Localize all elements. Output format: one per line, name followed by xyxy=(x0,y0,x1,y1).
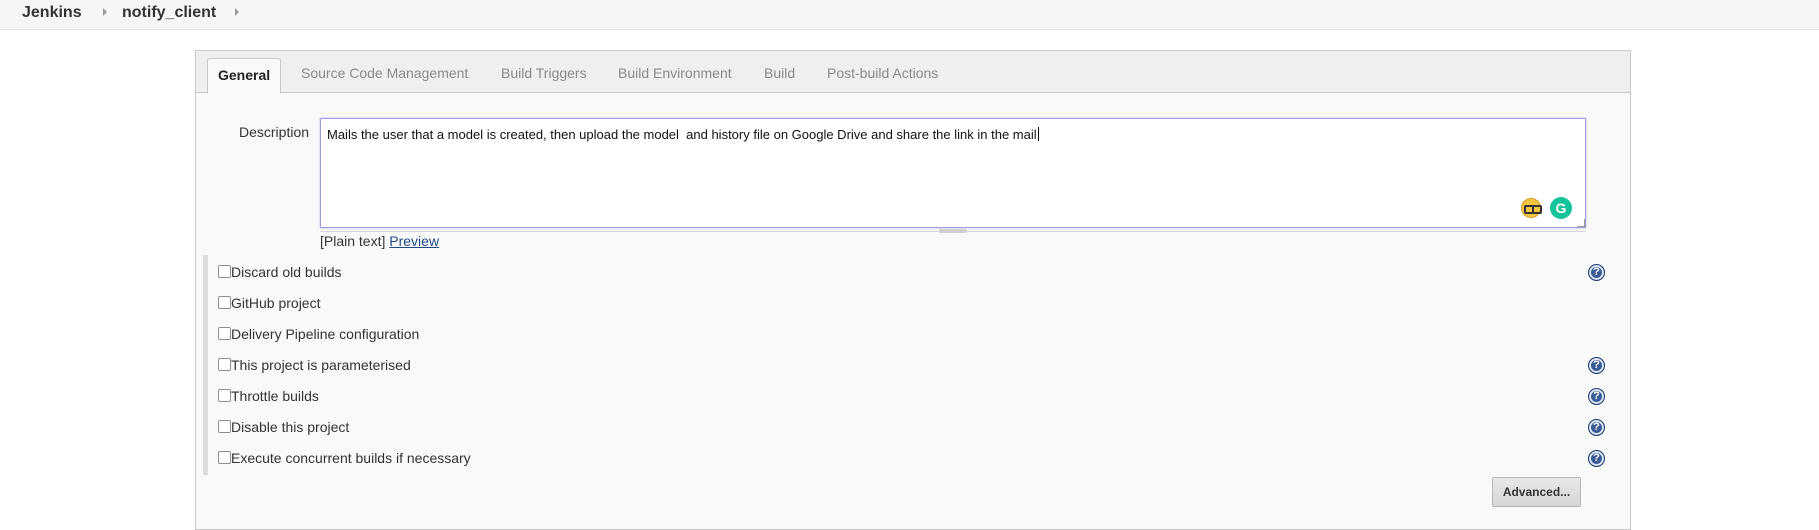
chevron-right-icon[interactable] xyxy=(103,8,107,16)
discard-old-builds-checkbox[interactable] xyxy=(218,265,231,278)
question-mark-icon[interactable]: ? xyxy=(1588,388,1605,405)
description-text: Mails the user that a model is created, … xyxy=(327,127,1037,142)
option-throttle-builds: Throttle builds ? xyxy=(218,388,1618,408)
chevron-right-icon[interactable] xyxy=(235,8,239,16)
question-mark-icon[interactable]: ? xyxy=(1588,419,1605,436)
option-github-project: GitHub project xyxy=(218,295,1618,315)
grammarly-icon[interactable]: G xyxy=(1550,197,1572,219)
advanced-button[interactable]: Advanced... xyxy=(1492,477,1581,507)
option-concurrent-builds: Execute concurrent builds if necessary ? xyxy=(218,450,1618,470)
tab-build-triggers[interactable]: Build Triggers xyxy=(501,65,587,81)
tab-general[interactable]: General xyxy=(207,58,282,94)
tab-strip: General Source Code Management Build Tri… xyxy=(196,51,1630,94)
description-textarea[interactable]: Mails the user that a model is created, … xyxy=(320,118,1586,228)
tab-build-environment[interactable]: Build Environment xyxy=(618,65,732,81)
delivery-pipeline-checkbox[interactable] xyxy=(218,327,231,340)
option-label: GitHub project xyxy=(231,295,321,311)
disable-project-checkbox[interactable] xyxy=(218,420,231,433)
breadcrumb: Jenkins notify_client xyxy=(0,0,1819,30)
tab-source-code-management[interactable]: Source Code Management xyxy=(301,65,468,81)
breadcrumb-jenkins[interactable]: Jenkins xyxy=(22,4,82,22)
option-label: Throttle builds xyxy=(231,388,319,404)
section-rail xyxy=(203,255,208,475)
config-panel: General Source Code Management Build Tri… xyxy=(195,50,1631,530)
tab-post-build-actions[interactable]: Post-build Actions xyxy=(827,65,938,81)
option-parameterised: This project is parameterised ? xyxy=(218,357,1618,377)
option-discard-old-builds: Discard old builds ? xyxy=(218,264,1618,284)
textarea-resize-handle[interactable] xyxy=(1577,219,1585,227)
github-project-checkbox[interactable] xyxy=(218,296,231,309)
question-mark-icon[interactable]: ? xyxy=(1588,357,1605,374)
parameterised-checkbox[interactable] xyxy=(218,358,231,371)
question-mark-icon[interactable]: ? xyxy=(1588,264,1605,281)
option-label: Execute concurrent builds if necessary xyxy=(231,450,471,466)
tab-build[interactable]: Build xyxy=(764,65,795,81)
option-label: Delivery Pipeline configuration xyxy=(231,326,420,342)
description-label: Description xyxy=(239,124,310,140)
question-mark-icon[interactable]: ? xyxy=(1588,450,1605,467)
format-line: [Plain text] Preview xyxy=(320,233,439,249)
option-label: Disable this project xyxy=(231,419,350,435)
textarea-height-grip[interactable] xyxy=(939,229,967,233)
throttle-builds-checkbox[interactable] xyxy=(218,389,231,402)
option-label: This project is parameterised xyxy=(231,357,411,373)
breadcrumb-notify-client[interactable]: notify_client xyxy=(122,4,216,22)
preview-link[interactable]: Preview xyxy=(389,233,439,249)
plain-text-label: [Plain text] xyxy=(320,233,386,249)
text-caret xyxy=(1037,127,1039,141)
nerd-face-icon[interactable] xyxy=(1521,198,1542,218)
concurrent-builds-checkbox[interactable] xyxy=(218,451,231,464)
option-delivery-pipeline: Delivery Pipeline configuration xyxy=(218,326,1618,346)
option-label: Discard old builds xyxy=(231,264,342,280)
option-disable-project: Disable this project ? xyxy=(218,419,1618,439)
